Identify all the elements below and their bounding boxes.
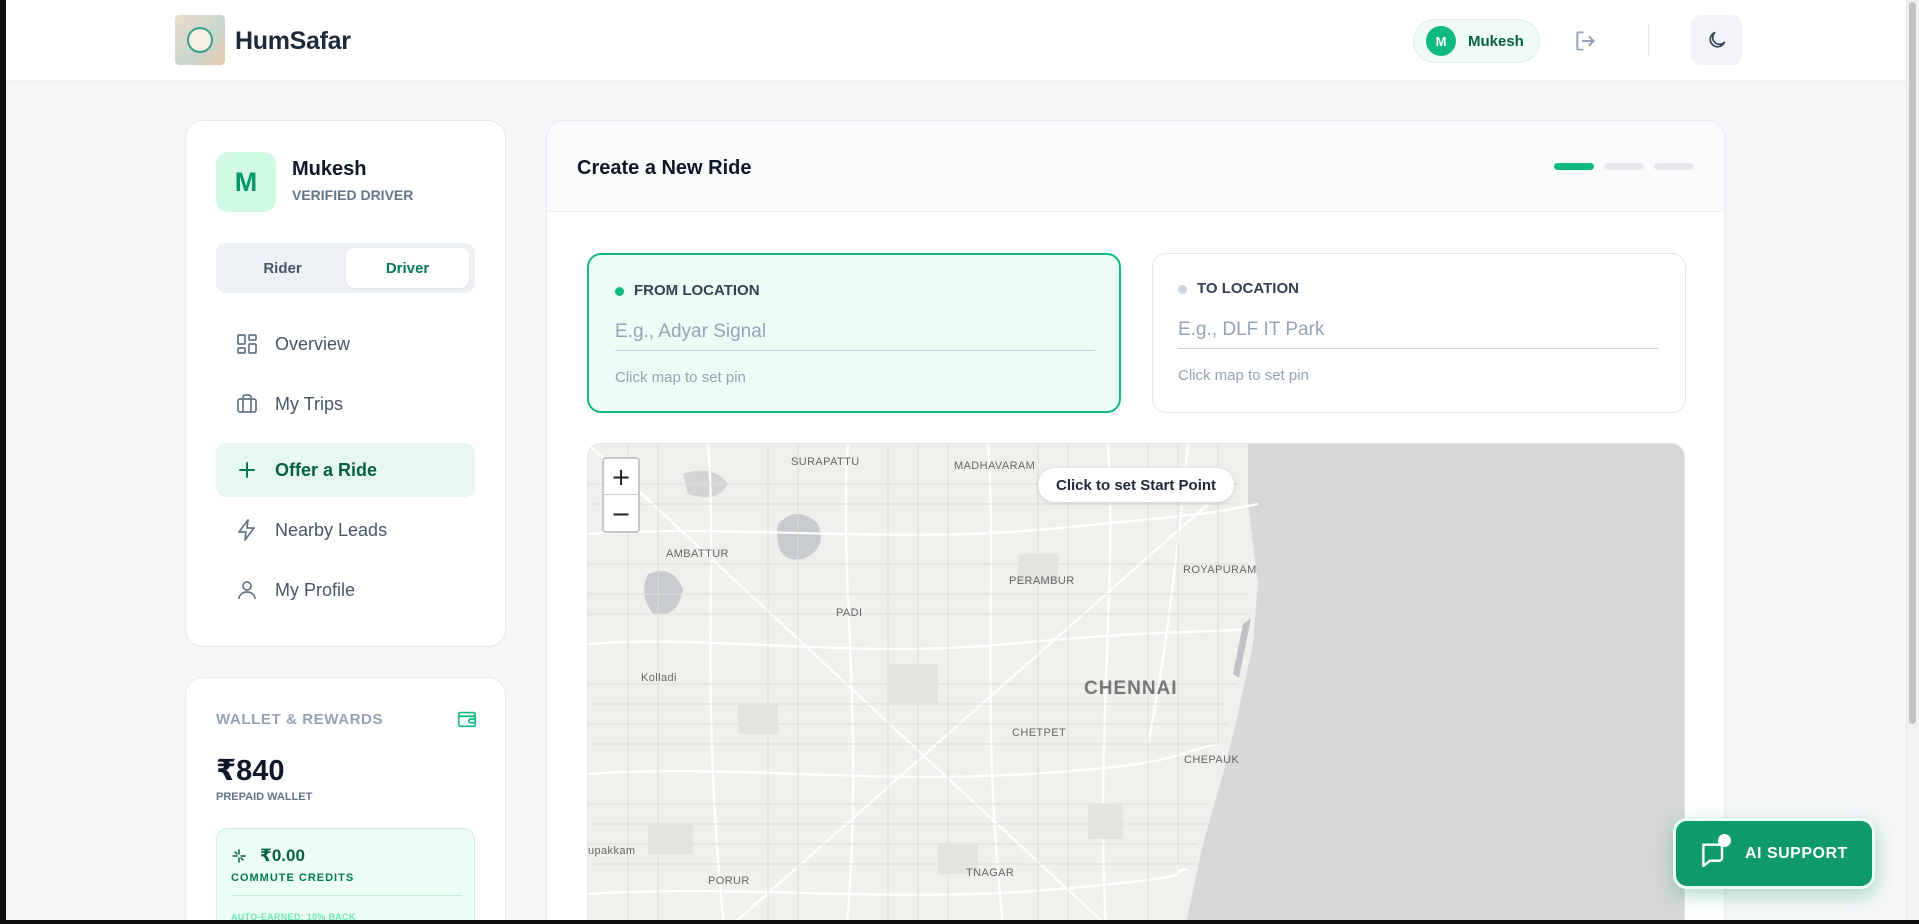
map-place-label: TNAGAR <box>966 867 1015 879</box>
sidebar-item-overview[interactable]: Overview <box>216 317 475 371</box>
wallet-amount: ₹840 <box>216 755 285 787</box>
wallet-subtitle: PREPAID WALLET <box>216 791 313 803</box>
page-title: Create a New Ride <box>577 157 752 179</box>
from-location-input[interactable] <box>615 313 1095 351</box>
map-place-label: PADI <box>836 607 863 619</box>
map-place-label: PERAMBUR <box>1009 575 1075 587</box>
sidebar-item-label: Offer a Ride <box>275 459 378 480</box>
window-edge <box>0 0 6 924</box>
bolt-icon <box>238 519 255 541</box>
notification-dot-icon <box>1718 834 1731 847</box>
credits-amount: ₹0.00 <box>260 846 305 865</box>
sidebar-item-my-profile[interactable]: My Profile <box>216 563 475 617</box>
role-toggle: Rider Driver <box>216 243 475 293</box>
credits-label: COMMUTE CREDITS <box>231 872 355 884</box>
map-place-label: PORUR <box>708 875 750 887</box>
profile-role: VERIFIED DRIVER <box>292 187 414 203</box>
ai-support-label: AI SUPPORT <box>1745 844 1848 862</box>
ai-support-button[interactable]: AI SUPPORT <box>1673 818 1875 889</box>
plus-icon <box>239 462 255 478</box>
window-edge <box>0 920 1919 924</box>
map-tooltip: Click to set Start Point <box>1038 468 1235 502</box>
to-location-input[interactable] <box>1178 311 1658 349</box>
user-avatar: M <box>1426 26 1456 56</box>
moon-icon <box>1708 31 1725 48</box>
zoom-in-button[interactable]: + <box>604 459 638 495</box>
step-indicator-1 <box>1554 163 1594 170</box>
brand-name[interactable]: HumSafar <box>235 27 351 56</box>
profile-name: Mukesh <box>292 158 367 180</box>
map-place-label: Kolladi <box>641 672 677 684</box>
from-dot-icon <box>615 287 624 296</box>
credits-divider <box>231 895 462 896</box>
sidebar-item-label: Nearby Leads <box>275 519 388 540</box>
map-place-label: upakkam <box>588 845 636 857</box>
map-place-label: SURAPATTU <box>791 456 860 468</box>
card-header: Create a New Ride <box>547 121 1724 212</box>
user-icon <box>238 581 256 600</box>
header-divider <box>1648 24 1649 56</box>
map-place-label: CHEPAUK <box>1184 754 1240 766</box>
user-name: Mukesh <box>1468 32 1524 50</box>
map-place-label: CHETPET <box>1012 727 1067 739</box>
sidebar-item-label: My Profile <box>275 579 356 600</box>
to-location-hint: Click map to set pin <box>1178 367 1309 384</box>
sidebar-item-offer-a-ride[interactable]: Offer a Ride <box>216 443 475 497</box>
briefcase-icon <box>237 394 257 413</box>
sidebar-item-nearby-leads[interactable]: Nearby Leads <box>216 503 475 557</box>
from-location-box[interactable]: FROM LOCATION Click map to set pin <box>587 253 1121 413</box>
logout-icon[interactable] <box>1572 28 1600 54</box>
grid-icon <box>237 334 257 354</box>
user-pill[interactable]: M Mukesh <box>1413 19 1540 63</box>
vertical-scrollbar[interactable] <box>1906 0 1919 924</box>
to-location-label: TO LOCATION <box>1197 280 1299 297</box>
map-city-label: CHENNAI <box>1084 678 1178 699</box>
profile-avatar: M <box>216 152 276 212</box>
map-place-label: MADHAVARAM <box>954 460 1036 472</box>
step-indicator-2 <box>1604 163 1644 170</box>
step-indicator-3 <box>1654 163 1694 170</box>
scrollbar-thumb[interactable] <box>1909 2 1916 724</box>
sparkle-icon <box>232 849 246 863</box>
to-location-box[interactable]: TO LOCATION Click map to set pin <box>1152 253 1686 413</box>
commute-credits-box: ₹0.00 COMMUTE CREDITS AUTO-EARNED: 10% B… <box>216 828 475 924</box>
sidebar-card: M Mukesh VERIFIED DRIVER Rider Driver Ov… <box>185 120 506 647</box>
from-location-hint: Click map to set pin <box>615 369 746 386</box>
toggle-rider[interactable]: Rider <box>221 248 344 288</box>
map-place-label: ROYAPURAM <box>1183 564 1257 576</box>
sidebar-item-label: Overview <box>275 333 351 354</box>
theme-toggle-button[interactable] <box>1691 15 1742 65</box>
wallet-title: WALLET & REWARDS <box>216 711 384 728</box>
toggle-driver[interactable]: Driver <box>346 248 469 288</box>
top-header: HumSafar M Mukesh <box>6 0 1906 81</box>
wallet-card: WALLET & REWARDS ₹840 PREPAID WALLET ₹0.… <box>185 677 506 924</box>
wallet-icon[interactable] <box>456 708 478 730</box>
zoom-control: + − <box>602 457 640 533</box>
create-ride-card: Create a New Ride FROM LOCATION Click ma… <box>546 120 1725 924</box>
sidebar-item-label: My Trips <box>275 393 344 414</box>
zoom-out-button[interactable]: − <box>604 496 638 532</box>
brand-logo[interactable] <box>175 15 225 65</box>
sidebar-item-my-trips[interactable]: My Trips <box>216 377 475 431</box>
map-view[interactable]: + − Click to set Start Point SURAPATTU M… <box>587 443 1685 924</box>
from-location-label: FROM LOCATION <box>634 282 760 299</box>
to-dot-icon <box>1178 285 1187 294</box>
map-place-label: AMBATTUR <box>666 548 729 560</box>
